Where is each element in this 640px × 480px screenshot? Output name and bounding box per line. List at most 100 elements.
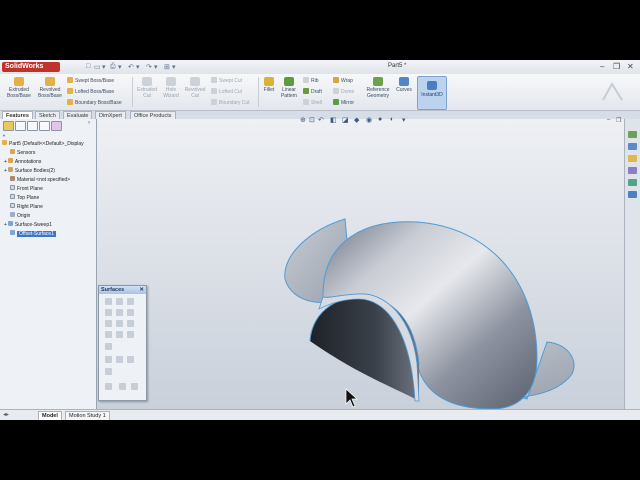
extruded-surface-icon[interactable] (105, 298, 112, 305)
options-dropdown-icon[interactable]: ▾ (172, 63, 176, 71)
open-dropdown-icon[interactable]: ▾ (102, 63, 106, 71)
expand-icon[interactable]: + (4, 222, 7, 228)
close-icon[interactable]: ✕ (627, 62, 634, 71)
knit-surface-icon[interactable] (116, 356, 123, 363)
lofted-boss-button[interactable]: Lofted Boss/Base (67, 88, 114, 95)
dome-button[interactable]: Dome (333, 88, 354, 95)
revolved-surface-icon[interactable] (116, 298, 123, 305)
linear-pattern-button[interactable]: Linear Pattern (278, 77, 300, 99)
swept-surface-model[interactable] (284, 218, 575, 409)
redo-icon[interactable]: ↷ (146, 63, 152, 71)
boundary-cut-button[interactable]: Boundary Cut (211, 99, 250, 106)
wrap-icon (333, 77, 339, 83)
fillet-surface-icon[interactable] (105, 331, 112, 338)
planar-surface-icon[interactable] (105, 320, 112, 327)
lofted-surface-icon[interactable] (105, 309, 112, 316)
tree-item-origin[interactable]: Origin (2, 212, 94, 221)
tree-item-surface-sweep[interactable]: + Surface-Sweep1 (2, 221, 94, 230)
restore-icon[interactable]: ❐ (613, 62, 620, 71)
swept-cut-button[interactable]: Swept Cut (211, 77, 242, 84)
feature-manager-tab-icon[interactable] (3, 121, 14, 131)
tab-sketch[interactable]: Sketch (35, 111, 60, 119)
offset-surface-icon (10, 230, 15, 235)
dimxpert-manager-tab-icon[interactable] (39, 121, 50, 131)
boundary-surface-icon[interactable] (116, 309, 123, 316)
curves-button[interactable]: Curves (394, 77, 414, 93)
rebuild-icon[interactable]: ⊞ (164, 63, 170, 71)
graphics-viewport[interactable]: ⊕ ⊡ ↶ ◧ ◪ ◆ ◉ ● ◐ ▾ – ❐ (97, 116, 624, 409)
tree-item-right-plane[interactable]: Right Plane (2, 203, 94, 212)
display-manager-tab-icon[interactable] (51, 121, 62, 131)
revolved-cut-button[interactable]: Revolved Cut (182, 77, 208, 99)
expand-icon[interactable]: + (4, 159, 7, 165)
reference-geometry-button[interactable]: Reference Geometry (363, 77, 393, 99)
swept-boss-button[interactable]: Swept Boss/Base (67, 77, 114, 84)
solidworks-resources-icon[interactable] (628, 131, 637, 138)
configuration-manager-tab-icon[interactable] (27, 121, 38, 131)
tree-item-top-plane[interactable]: Top Plane (2, 194, 94, 203)
rib-button[interactable]: Rib (303, 77, 319, 84)
draft-button[interactable]: Draft (303, 88, 322, 95)
boundary-boss-button[interactable]: Boundary Boss/Base (67, 99, 122, 106)
minimize-icon[interactable]: – (600, 62, 604, 71)
design-library-icon[interactable] (628, 143, 637, 150)
search-icon[interactable] (628, 167, 637, 174)
property-manager-tab-icon[interactable] (15, 121, 26, 131)
surfaces-toolbar-header[interactable]: Surfaces ✕ (99, 286, 146, 294)
tab-model[interactable]: Model (38, 411, 62, 420)
tab-dimxpert[interactable]: DimXpert (95, 111, 126, 119)
redo-dropdown-icon[interactable]: ▾ (154, 63, 158, 71)
expand-icon[interactable]: + (4, 168, 7, 174)
shell-label: Shell (311, 100, 323, 106)
tab-motion-study[interactable]: Motion Study 1 (65, 411, 110, 420)
open-icon[interactable]: ▭ (94, 63, 101, 71)
extruded-cut-button[interactable]: Extruded Cut (134, 77, 160, 99)
solidworks-logo[interactable]: SolidWorks (2, 62, 60, 72)
undo-dropdown-icon[interactable]: ▾ (136, 63, 140, 71)
file-explorer-icon[interactable] (628, 155, 637, 162)
filled-surface-icon[interactable] (127, 309, 134, 316)
panel-collapse-icon[interactable]: › (88, 120, 90, 126)
delete-face-icon[interactable] (127, 356, 134, 363)
extend-surface-icon[interactable] (127, 331, 134, 338)
offset-surface-icon[interactable] (116, 320, 123, 327)
tree-item-front-plane[interactable]: Front Plane (2, 185, 94, 194)
filter-icon[interactable]: ▼ (2, 131, 94, 140)
swept-surface-icon[interactable] (127, 298, 134, 305)
mirror-button[interactable]: Mirror (333, 99, 354, 106)
tab-office-products[interactable]: Office Products (130, 111, 176, 119)
ruled-surface-icon[interactable] (127, 320, 134, 327)
appearances-icon[interactable] (628, 191, 637, 198)
replace-face-icon[interactable] (105, 368, 112, 375)
tree-item-sensors[interactable]: Sensors (2, 149, 94, 158)
revolved-boss-button[interactable]: Revolved Boss/Base (34, 77, 66, 99)
tree-item-offset-surface[interactable]: Offset-Surface1 (2, 230, 94, 239)
instant3d-button[interactable]: Instant3D (417, 76, 447, 110)
untrim-surface-icon[interactable] (105, 356, 112, 363)
surfaces-toolbar-close-icon[interactable]: ✕ (139, 286, 144, 294)
lofted-cut-button[interactable]: Lofted Cut (211, 88, 242, 95)
shell-button[interactable]: Shell (303, 99, 322, 106)
tree-item-surface-bodies[interactable]: + Surface Bodies(2) (2, 167, 94, 176)
trim-surface-icon[interactable] (105, 343, 112, 350)
cut-with-surface-icon[interactable] (131, 383, 138, 390)
tree-item-part[interactable]: Part5 (Default<<Default>_Display (2, 140, 94, 149)
extruded-boss-button[interactable]: Extruded Boss/Base (4, 77, 34, 99)
view-palette-icon[interactable] (628, 179, 637, 186)
new-icon[interactable]: □ (86, 63, 90, 70)
thicken-icon[interactable] (105, 383, 112, 390)
tree-item-material[interactable]: Material <not specified> (2, 176, 94, 185)
hole-wizard-button[interactable]: Hole Wizard (160, 77, 182, 99)
print-dropdown-icon[interactable]: ▾ (118, 63, 122, 71)
surfaces-toolbar[interactable]: Surfaces ✕ (98, 285, 147, 401)
tab-evaluate[interactable]: Evaluate (63, 111, 93, 119)
thickened-cut-icon[interactable] (119, 383, 126, 390)
fillet-button[interactable]: Fillet (261, 77, 277, 93)
undo-icon[interactable]: ↶ (128, 63, 134, 71)
medial-surface-icon[interactable] (116, 331, 123, 338)
wrap-button[interactable]: Wrap (333, 77, 353, 84)
print-icon[interactable]: ⎙ (110, 63, 116, 71)
tab-scroll-icon[interactable]: ◂▸ (3, 411, 9, 418)
tab-features[interactable]: Features (2, 111, 33, 119)
tree-item-annotations[interactable]: + Annotations (2, 158, 94, 167)
